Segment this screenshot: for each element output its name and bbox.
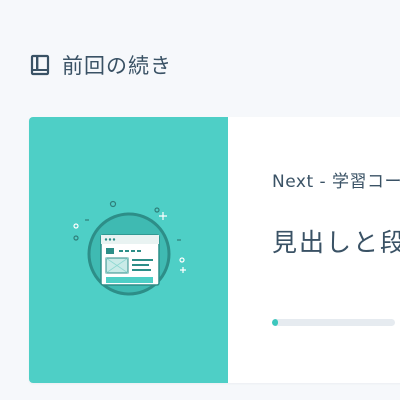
continue-course-card[interactable]: Next - 学習コース 見出しと段落 bbox=[29, 117, 400, 383]
next-course-label: Next - 学習コース bbox=[272, 172, 400, 192]
course-thumbnail bbox=[29, 117, 228, 383]
lesson-progress-bar bbox=[272, 319, 395, 326]
lesson-progress-fill bbox=[272, 319, 279, 326]
card-body[interactable]: Next - 学習コース 見出しと段落 bbox=[228, 117, 400, 383]
browser-window-illustration bbox=[73, 200, 186, 296]
section-title: 前回の続き bbox=[62, 54, 172, 78]
book-icon bbox=[29, 54, 51, 76]
section-header: 前回の続き bbox=[29, 50, 172, 80]
lesson-title: 見出しと段落 bbox=[272, 228, 400, 257]
